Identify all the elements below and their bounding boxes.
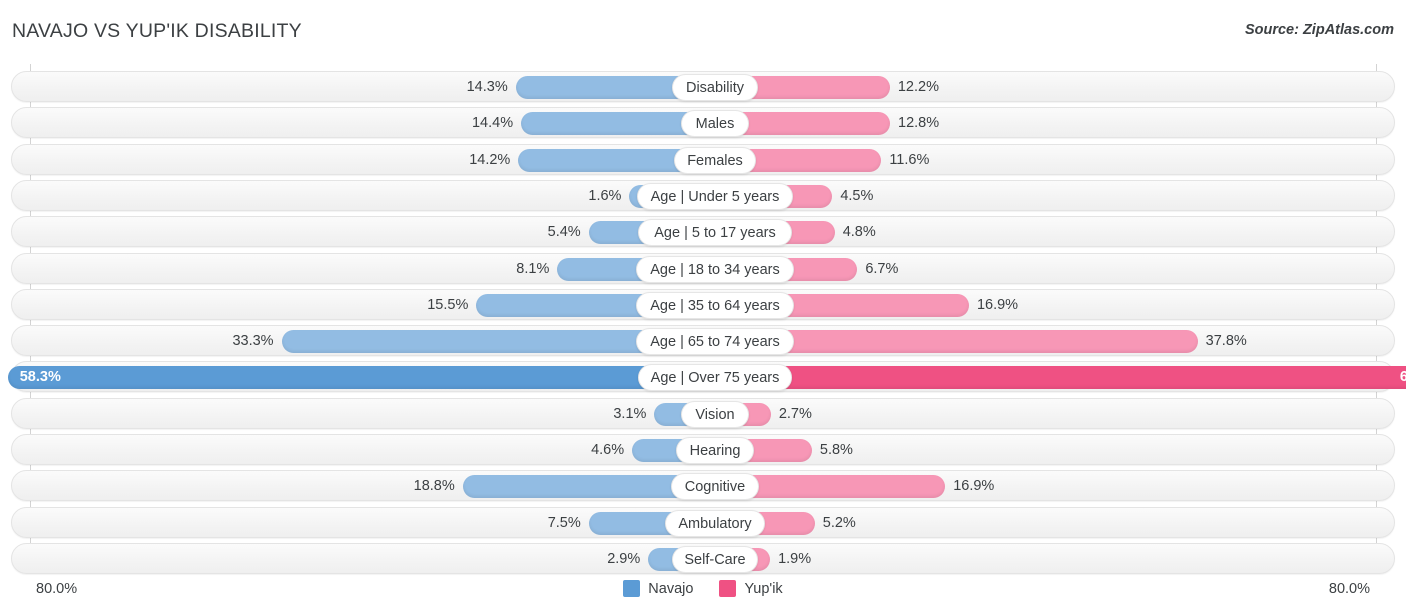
chart-footer: 80.0% Navajo Yup'ik 80.0% <box>0 574 1406 612</box>
category-label-pill: Disability <box>672 74 758 101</box>
value-label-navajo: 14.3% <box>466 79 508 95</box>
category-label-pill: Age | Over 75 years <box>638 364 792 392</box>
category-label-pill: Self-Care <box>672 545 758 573</box>
category-label-pill: Cognitive <box>671 473 759 501</box>
bar-yupik[interactable] <box>705 366 1406 390</box>
value-label-yupik: 11.6% <box>889 151 930 168</box>
category-label-pill: Vision <box>681 400 749 428</box>
value-label-yupik: 1.9% <box>778 550 812 567</box>
table-row[interactable]: 18.8% 16.9% Cognitive <box>11 470 1395 502</box>
value-label-yupik: 5.2% <box>822 514 856 531</box>
table-row[interactable]: 58.3% 61.1% Age | Over 75 years <box>7 361 1406 393</box>
source-attribution: Source: ZipAtlas.com <box>1244 22 1394 38</box>
table-row[interactable]: 1.6% 4.5% Age | Under 5 years <box>11 179 1395 211</box>
value-label-yupik: 4.5% <box>840 187 874 204</box>
value-label-yupik: 5.8% <box>819 442 853 458</box>
square-swatch-icon <box>623 580 641 597</box>
category-label-pill: Age | Under 5 years <box>637 182 793 210</box>
value-label-yupik: 2.7% <box>778 405 812 422</box>
category-label-pill: Age | 18 to 34 years <box>636 255 794 283</box>
value-label-navajo: 5.4% <box>547 224 581 241</box>
category-label-pill: Males <box>681 110 749 138</box>
table-row[interactable]: 4.6% 5.8% Hearing <box>11 434 1395 465</box>
category-label-pill: Females <box>674 146 756 174</box>
value-label-yupik: 12.8% <box>898 115 940 132</box>
legend-label: Navajo <box>648 580 694 597</box>
chart-legend: Navajo Yup'ik <box>0 580 1406 597</box>
value-label-yupik: 37.8% <box>1205 333 1247 350</box>
value-label-navajo: 14.2% <box>469 151 511 168</box>
value-label-yupik: 61.1% <box>1399 369 1406 386</box>
bar-navajo[interactable] <box>7 366 725 390</box>
table-row[interactable]: 2.9% 1.9% Self-Care <box>11 542 1395 574</box>
table-row[interactable]: 33.3% 37.8% Age | 65 to 74 years <box>11 325 1395 357</box>
value-label-navajo: 7.5% <box>547 514 581 531</box>
legend-item[interactable]: Navajo <box>623 580 693 597</box>
legend-label: Yup'ik <box>744 580 783 597</box>
value-label-navajo: 58.3% <box>19 369 61 386</box>
value-label-yupik: 6.7% <box>865 260 899 277</box>
chart-plot-area: 14.3% 12.2% Disability 14.4% 12.8% Males 14.2%… <box>0 62 1406 574</box>
category-label-pill: Hearing <box>676 437 754 464</box>
table-row[interactable]: 7.5% 5.2% Ambulatory <box>11 506 1395 538</box>
category-label-pill: Age | 65 to 74 years <box>636 328 794 356</box>
page-title: NAVAJO VS YUP'IK DISABILITY <box>12 20 302 42</box>
table-row[interactable]: 8.1% 6.7% Age | 18 to 34 years <box>11 252 1395 284</box>
value-label-navajo: 18.8% <box>413 478 455 495</box>
category-label-pill: Ambulatory <box>665 509 765 537</box>
chart-header: NAVAJO VS YUP'IK DISABILITY Source: ZipA… <box>0 0 1406 62</box>
table-row[interactable]: 3.1% 2.7% Vision <box>11 397 1395 429</box>
value-label-navajo: 1.6% <box>588 187 622 204</box>
table-row[interactable]: 14.3% 12.2% Disability <box>11 71 1395 102</box>
square-swatch-icon <box>719 580 737 597</box>
category-label-pill: Age | 5 to 17 years <box>638 219 792 247</box>
value-label-navajo: 8.1% <box>516 260 550 277</box>
table-row[interactable]: 5.4% 4.8% Age | 5 to 17 years <box>11 216 1395 248</box>
legend-item[interactable]: Yup'ik <box>719 580 783 597</box>
value-label-yupik: 16.9% <box>976 296 1019 313</box>
table-row[interactable]: 14.2% 11.6% Females <box>11 143 1395 175</box>
category-label-pill: Age | 35 to 64 years <box>636 291 794 319</box>
value-label-yupik: 16.9% <box>953 478 995 495</box>
value-label-navajo: 15.5% <box>427 296 469 313</box>
value-label-navajo: 4.6% <box>591 442 625 458</box>
axis-label-right: 80.0% <box>1328 581 1370 597</box>
value-label-yupik: 12.2% <box>897 79 939 95</box>
table-row[interactable]: 14.4% 12.8% Males <box>11 107 1395 139</box>
value-label-navajo: 14.4% <box>471 115 514 132</box>
value-label-navajo: 3.1% <box>613 405 647 422</box>
value-label-yupik: 4.8% <box>842 224 876 241</box>
value-label-navajo: 33.3% <box>232 333 274 350</box>
table-row[interactable]: 15.5% 16.9% Age | 35 to 64 years <box>11 288 1395 320</box>
value-label-navajo: 2.9% <box>607 550 641 567</box>
